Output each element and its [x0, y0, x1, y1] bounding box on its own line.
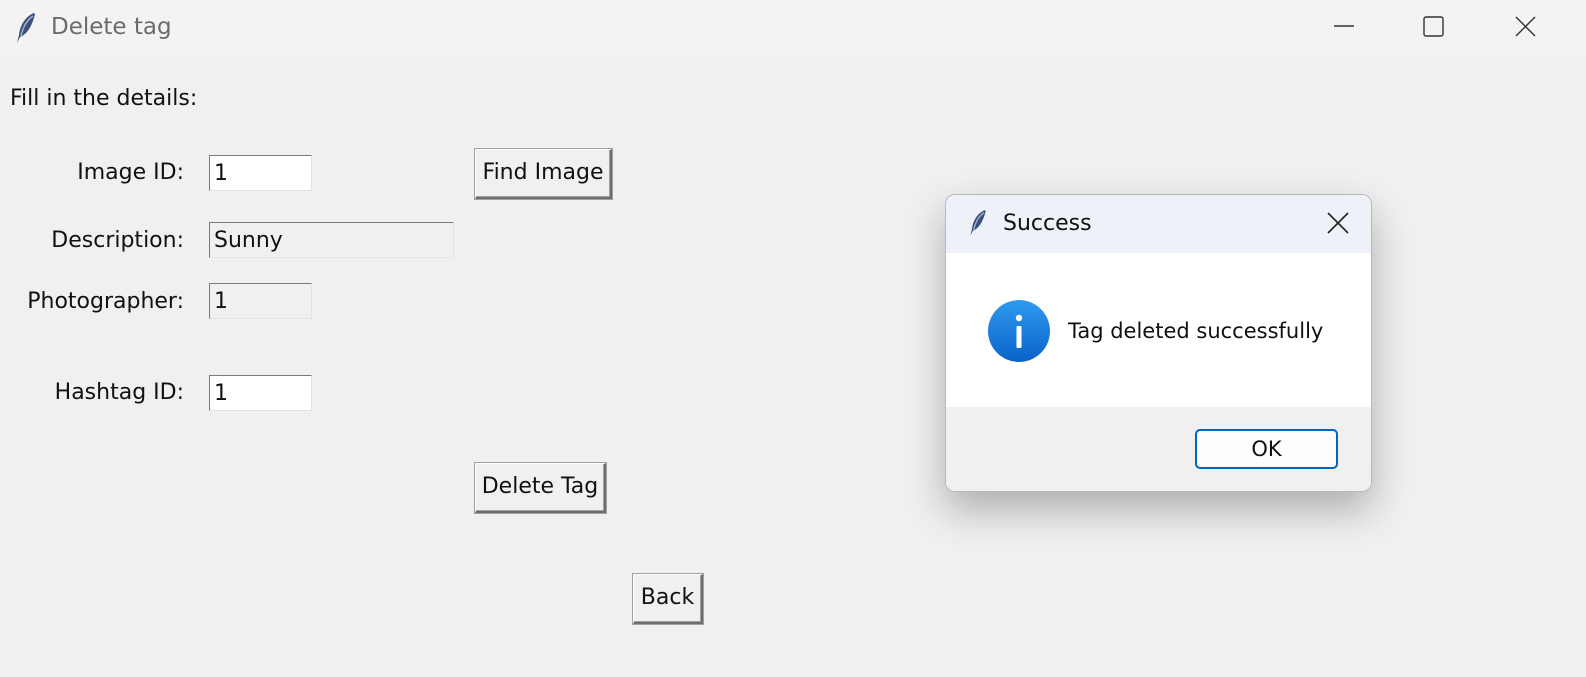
back-button[interactable]: Back: [633, 574, 703, 624]
maximize-button[interactable]: [1392, 0, 1476, 56]
dialog-title-bar[interactable]: Success: [946, 195, 1371, 253]
hashtag-id-input[interactable]: [209, 375, 312, 411]
maximize-icon: [1423, 16, 1444, 37]
close-icon[interactable]: [1324, 209, 1352, 237]
image-id-label: Image ID:: [77, 160, 184, 185]
photographer-field[interactable]: [209, 283, 312, 319]
form-instruction: Fill in the details:: [10, 86, 198, 111]
dialog-title: Success: [1003, 211, 1092, 236]
delete-tag-button[interactable]: Delete Tag: [475, 463, 606, 513]
dialog-footer: OK: [946, 407, 1371, 491]
close-button[interactable]: [1484, 0, 1568, 56]
success-dialog: Success Tag deleted successfully OK: [945, 194, 1372, 492]
description-field[interactable]: [209, 222, 454, 258]
image-id-input[interactable]: [209, 155, 312, 191]
window-title: Delete tag: [51, 14, 172, 40]
ok-button[interactable]: OK: [1195, 429, 1338, 469]
close-icon: [1515, 16, 1536, 37]
photographer-label: Photographer:: [27, 289, 184, 314]
hashtag-id-label: Hashtag ID:: [54, 380, 184, 405]
feather-icon: [17, 13, 35, 43]
minimize-icon: [1334, 25, 1354, 27]
info-icon: [988, 300, 1050, 362]
description-label: Description:: [51, 228, 184, 253]
find-image-button[interactable]: Find Image: [475, 149, 612, 199]
dialog-message: Tag deleted successfully: [1068, 319, 1324, 343]
minimize-button[interactable]: [1302, 0, 1386, 56]
title-bar[interactable]: Delete tag: [0, 0, 1586, 56]
feather-icon: [970, 210, 986, 236]
